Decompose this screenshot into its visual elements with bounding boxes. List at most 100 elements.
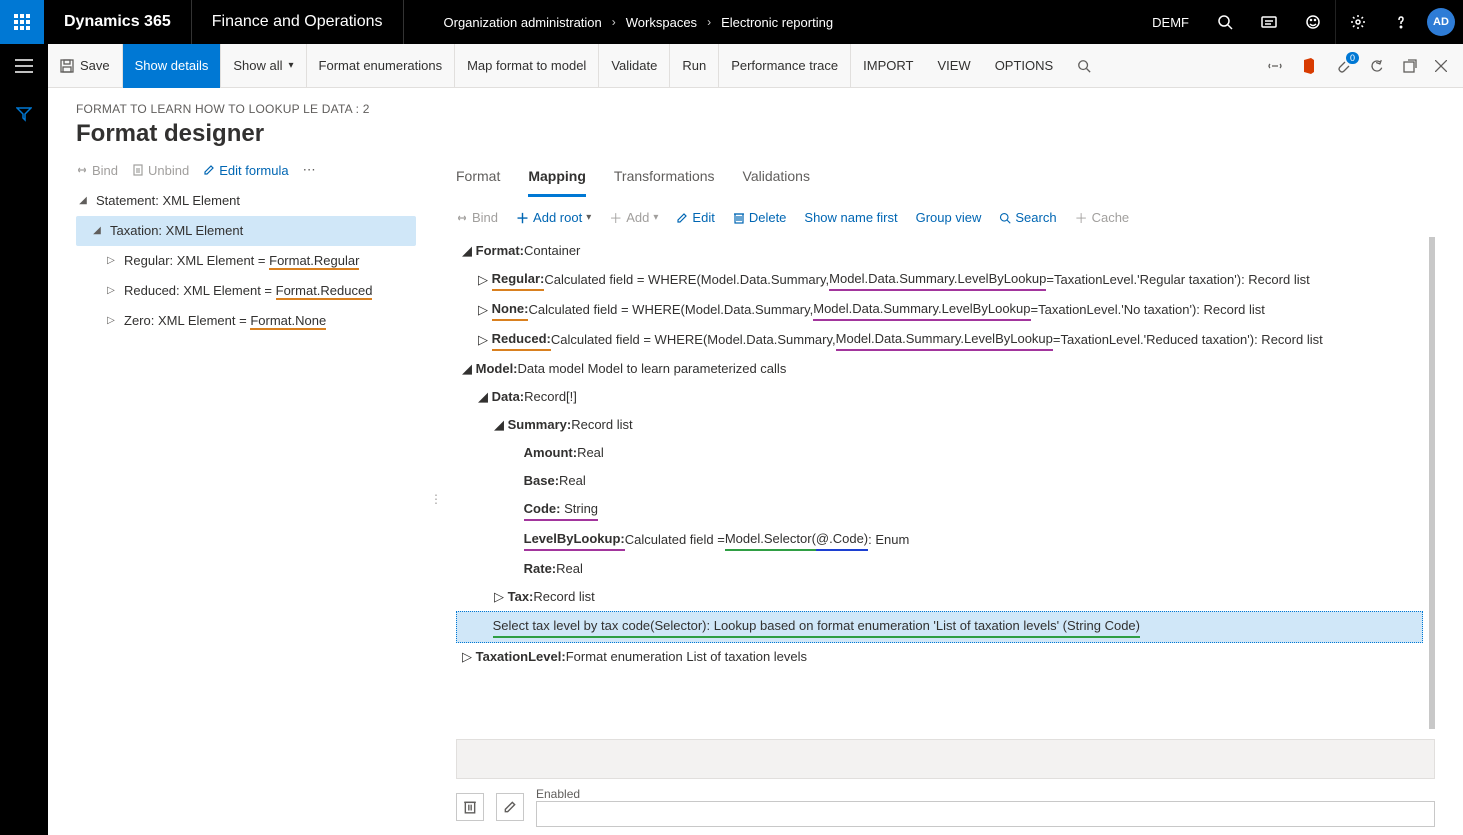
validate-button[interactable]: Validate <box>599 44 670 88</box>
formula-bar[interactable] <box>456 739 1435 779</box>
performance-trace-button[interactable]: Performance trace <box>719 44 851 88</box>
tab-format[interactable]: Format <box>456 162 500 197</box>
emoji-icon[interactable] <box>1291 0 1335 44</box>
link-icon[interactable] <box>1267 58 1283 74</box>
delete-button[interactable]: Delete <box>733 210 787 225</box>
delete-label: Delete <box>749 210 787 225</box>
close-icon[interactable] <box>1435 60 1447 72</box>
mapping-tree: ◢ Format: Container ▷ Regular: Calculate… <box>456 237 1435 729</box>
cache-button[interactable]: ＋Cache <box>1075 208 1130 227</box>
splitter-handle[interactable]: ⋮ <box>432 162 440 835</box>
collapse-icon[interactable]: ◢ <box>462 241 472 261</box>
edit-button[interactable]: Edit <box>676 210 714 225</box>
breadcrumb-item[interactable]: Organization administration <box>444 15 602 30</box>
expand-icon[interactable]: ▷ <box>104 277 118 305</box>
show-details-button[interactable]: Show details <box>123 44 222 88</box>
map-node-selector[interactable]: ▷ Select tax level by tax code(Selector)… <box>456 611 1423 643</box>
tree-node-reduced[interactable]: ▷Reduced: XML Element = Format.Reduced <box>76 276 416 306</box>
tab-mapping[interactable]: Mapping <box>528 162 586 197</box>
popout-icon[interactable] <box>1403 59 1417 73</box>
legal-entity-label[interactable]: DEMF <box>1138 15 1203 30</box>
help-icon[interactable] <box>1379 0 1423 44</box>
collapse-icon[interactable]: ◢ <box>90 217 104 245</box>
tree-node-zero[interactable]: ▷Zero: XML Element = Format.None <box>76 306 416 336</box>
add-root-button[interactable]: ＋Add root▾ <box>516 208 591 227</box>
messages-icon[interactable] <box>1247 0 1291 44</box>
add-button[interactable]: ＋Add▾ <box>609 208 658 227</box>
attach-count: 0 <box>1346 52 1359 64</box>
map-node-data[interactable]: ◢ Data: Record[!] <box>456 383 1423 411</box>
tree-node-taxation[interactable]: ◢Taxation: XML Element <box>76 216 416 246</box>
expand-icon[interactable]: ▷ <box>462 647 472 667</box>
module-label[interactable]: Finance and Operations <box>192 0 404 44</box>
search-icon[interactable] <box>1203 0 1247 44</box>
expand-icon[interactable]: ▷ <box>478 300 488 320</box>
import-button[interactable]: IMPORT <box>851 44 925 88</box>
unbind-label: Unbind <box>148 163 189 178</box>
tree-node-statement[interactable]: ◢Statement: XML Element <box>76 186 416 216</box>
map-node-base[interactable]: ▷ Base: Real <box>456 467 1423 495</box>
edit-formula-button[interactable]: Edit formula <box>203 163 288 178</box>
map-node-rate[interactable]: ▷ Rate: Real <box>456 555 1423 583</box>
show-name-button[interactable]: Show name first <box>804 210 897 225</box>
expand-icon[interactable]: ▷ <box>104 247 118 275</box>
map-node-levelbylookup[interactable]: ▷ LevelByLookup: Calculated field = Mode… <box>456 525 1423 555</box>
tree-node-regular[interactable]: ▷Regular: XML Element = Format.Regular <box>76 246 416 276</box>
more-icon[interactable]: ⋯ <box>303 162 316 178</box>
expand-icon[interactable]: ▷ <box>478 330 488 350</box>
collapse-icon[interactable]: ◢ <box>478 387 488 407</box>
save-button[interactable]: Save <box>48 44 123 88</box>
search-command-icon[interactable] <box>1065 44 1103 88</box>
office-icon[interactable] <box>1301 58 1317 74</box>
map-node-code[interactable]: ▷ Code: String <box>456 495 1423 525</box>
map-node-taxationlevel[interactable]: ▷ TaxationLevel: Format enumeration List… <box>456 643 1423 671</box>
delete-row-icon[interactable] <box>456 793 484 821</box>
tree-binding: Format.None <box>250 313 326 330</box>
map-node-amount[interactable]: ▷ Amount: Real <box>456 439 1423 467</box>
node-text: Calculated field = WHERE(Model.Data.Summ… <box>544 270 829 290</box>
collapse-icon[interactable]: ◢ <box>462 359 472 379</box>
tab-transformations[interactable]: Transformations <box>614 162 715 197</box>
map-node-regular[interactable]: ▷ Regular: Calculated field = WHERE(Mode… <box>456 265 1423 295</box>
map-node-reduced[interactable]: ▷ Reduced: Calculated field = WHERE(Mode… <box>456 325 1423 355</box>
expand-icon[interactable]: ▷ <box>494 587 504 607</box>
chevron-down-icon: ▾ <box>586 212 591 223</box>
node-text: Record[!] <box>524 387 577 407</box>
map-node-model[interactable]: ◢ Model: Data model Model to learn param… <box>456 355 1423 383</box>
map-format-button[interactable]: Map format to model <box>455 44 599 88</box>
map-node-summary[interactable]: ◢ Summary: Record list <box>456 411 1423 439</box>
collapse-icon[interactable]: ◢ <box>494 415 504 435</box>
group-view-button[interactable]: Group view <box>916 210 982 225</box>
expand-icon[interactable]: ▷ <box>478 270 488 290</box>
map-node-tax[interactable]: ▷ Tax: Record list <box>456 583 1423 611</box>
tab-validations[interactable]: Validations <box>743 162 810 197</box>
options-button[interactable]: OPTIONS <box>983 44 1066 88</box>
user-avatar[interactable]: AD <box>1427 8 1455 36</box>
run-button[interactable]: Run <box>670 44 719 88</box>
format-enumerations-button[interactable]: Format enumerations <box>307 44 456 88</box>
map-node-none[interactable]: ▷ None: Calculated field = WHERE(Model.D… <box>456 295 1423 325</box>
tree-label: Regular: XML Element = <box>124 253 269 268</box>
tree-label: Statement: XML Element <box>96 187 240 215</box>
bind-button[interactable]: Bind <box>456 210 498 225</box>
brand-label[interactable]: Dynamics 365 <box>44 0 192 44</box>
bind-button[interactable]: Bind <box>76 163 118 178</box>
unbind-button[interactable]: Unbind <box>132 163 189 178</box>
attach-icon[interactable]: 0 <box>1335 58 1351 74</box>
edit-row-icon[interactable] <box>496 793 524 821</box>
waffle-icon[interactable] <box>0 0 44 44</box>
search-button[interactable]: Search <box>999 210 1056 225</box>
refresh-icon[interactable] <box>1369 58 1385 74</box>
breadcrumb-item[interactable]: Workspaces <box>626 15 697 30</box>
map-node-format-container[interactable]: ◢ Format: Container <box>456 237 1423 265</box>
node-text: Record list <box>571 415 632 435</box>
expand-icon[interactable]: ▷ <box>104 307 118 335</box>
gear-icon[interactable] <box>1335 0 1379 44</box>
hamburger-icon[interactable] <box>0 44 48 88</box>
enabled-input[interactable] <box>536 801 1435 827</box>
filter-icon[interactable] <box>16 106 32 122</box>
view-button[interactable]: VIEW <box>925 44 982 88</box>
collapse-icon[interactable]: ◢ <box>76 187 90 215</box>
breadcrumb-item[interactable]: Electronic reporting <box>721 15 833 30</box>
show-all-button[interactable]: Show all▾ <box>221 44 306 88</box>
